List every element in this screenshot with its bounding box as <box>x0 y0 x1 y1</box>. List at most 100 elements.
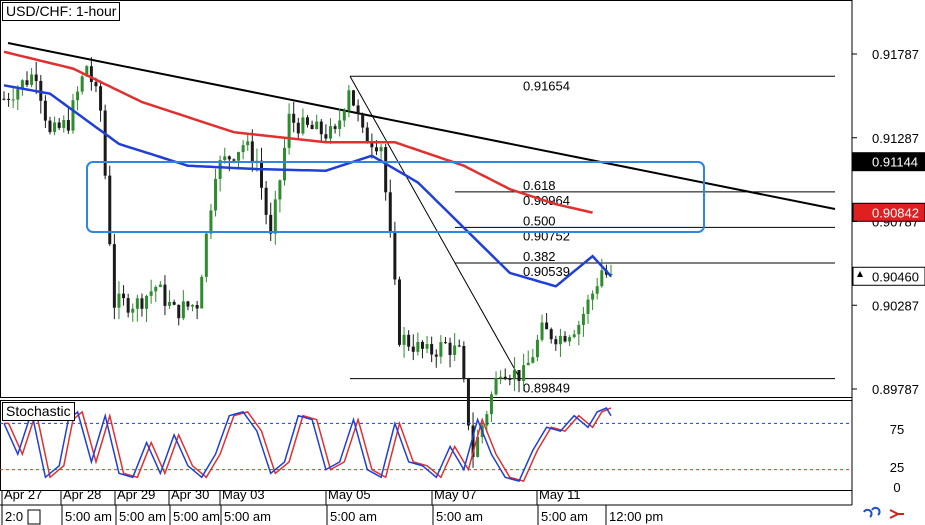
candle-body <box>402 334 406 345</box>
candle-body <box>57 122 61 128</box>
date-label: May 03 <box>222 487 265 502</box>
candle-body <box>260 160 264 188</box>
candle-body <box>25 80 29 85</box>
price-marker-label: 0.90460 <box>872 269 919 284</box>
candle-body <box>89 66 93 83</box>
candle-body <box>186 301 190 307</box>
date-label: Apr 27 <box>4 487 42 502</box>
stochastic-pane-frame <box>0 400 853 491</box>
time-label: 5:00 am <box>436 509 483 524</box>
fib-price-label: 0.90539 <box>523 264 570 279</box>
candle-body <box>384 147 388 193</box>
candle-body <box>361 113 365 128</box>
candle-body <box>503 376 507 379</box>
candle-body <box>347 90 351 111</box>
candle-body <box>154 286 158 292</box>
candle-body <box>112 244 116 308</box>
candle-body <box>108 175 112 245</box>
candle-body <box>535 339 539 358</box>
candle-body <box>246 141 250 146</box>
candle-body <box>365 127 369 144</box>
candle-body <box>462 346 466 380</box>
candle-body <box>71 100 75 131</box>
main-pane-frame <box>0 0 853 398</box>
candle-body <box>540 322 544 340</box>
candle-body <box>430 344 434 355</box>
candle-body <box>397 279 401 345</box>
date-label: May 07 <box>434 487 477 502</box>
candle-body <box>545 322 549 330</box>
candle-body <box>227 156 231 160</box>
candle-body <box>223 156 227 161</box>
price-marker: 0.91144 <box>852 152 925 172</box>
date-label: Apr 29 <box>117 487 155 502</box>
candle-body <box>411 346 415 352</box>
candle-body <box>191 304 195 307</box>
candle-body <box>319 121 323 135</box>
stochastic-level-label: 25 <box>890 460 904 475</box>
candle-body <box>122 293 126 299</box>
candle-body <box>103 110 107 176</box>
date-label: Apr 30 <box>171 487 209 502</box>
candle-body <box>34 74 38 81</box>
candle-body <box>76 91 80 101</box>
candle-body <box>443 342 447 344</box>
candle-body <box>99 86 103 111</box>
candle-body <box>158 284 162 287</box>
time-label: 5:00 am <box>65 509 112 524</box>
candle-body <box>237 152 241 161</box>
candle-body <box>531 357 535 363</box>
candle-body <box>586 299 590 314</box>
candle-body <box>324 134 328 139</box>
fib-high-label: 0.91654 <box>523 78 570 93</box>
candle-body <box>278 180 282 200</box>
candle-body <box>595 286 599 294</box>
candle-body <box>250 141 254 163</box>
candle-body <box>80 76 84 92</box>
scroll-marker <box>27 509 41 525</box>
candle-body <box>512 369 516 380</box>
candle-body <box>549 329 553 340</box>
candle-body <box>195 304 199 309</box>
stochastic-level-label: 75 <box>890 422 904 437</box>
candle-body <box>177 304 181 319</box>
candle-body <box>310 124 314 130</box>
date-label: May 11 <box>539 487 581 502</box>
candle-body <box>333 126 337 129</box>
fib-low-label: 0.89849 <box>523 381 570 396</box>
price-marker-label: 0.90842 <box>872 205 919 220</box>
candle-body <box>434 354 438 357</box>
candle-body <box>269 214 273 234</box>
candle-body <box>135 298 139 309</box>
candle-body <box>554 339 558 345</box>
candle-body <box>200 276 204 309</box>
candle-body <box>140 298 144 309</box>
candle-body <box>448 342 452 355</box>
price-tick-label: 0.90287 <box>872 298 919 313</box>
date-label: Apr 28 <box>63 487 101 502</box>
candle-body <box>168 301 172 306</box>
time-label: 5:00 am <box>330 509 377 524</box>
candle-body <box>374 147 378 152</box>
time-label: 5:00 am <box>119 509 166 524</box>
candle-body <box>149 291 153 296</box>
candle-body <box>131 308 135 313</box>
fib-ratio-label: 0.382 <box>523 249 556 264</box>
candle-body <box>306 117 309 125</box>
candle-body <box>407 334 411 347</box>
candle-body <box>568 337 572 342</box>
candle-body <box>283 147 287 181</box>
candle-body <box>388 192 392 233</box>
candle-body <box>43 100 47 121</box>
candle-body <box>508 378 512 380</box>
candle-body <box>379 147 383 152</box>
candle-body <box>563 335 567 342</box>
candle-body <box>356 105 360 114</box>
link-icon <box>863 506 881 518</box>
stochastic-title: Stochastic <box>2 402 75 421</box>
price-marker: 0.90842 <box>852 202 925 222</box>
support-zone-box <box>86 161 705 233</box>
candle-body <box>7 98 11 101</box>
time-label: 5:00 am <box>224 509 271 524</box>
candle-body <box>338 120 342 129</box>
